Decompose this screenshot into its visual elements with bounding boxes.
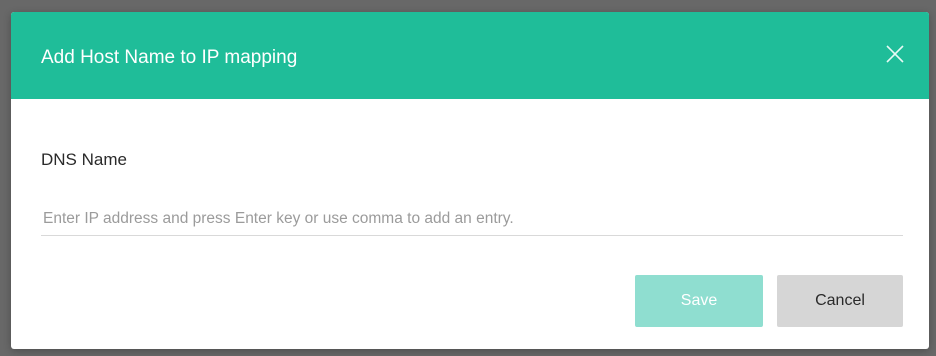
close-icon [886, 45, 904, 63]
save-button[interactable]: Save [635, 275, 763, 327]
close-button[interactable] [883, 42, 907, 66]
cancel-button[interactable]: Cancel [777, 275, 903, 327]
add-host-mapping-dialog: Add Host Name to IP mapping DNS Name Sav… [11, 12, 929, 349]
dns-name-label: DNS Name [41, 150, 127, 169]
ip-address-input[interactable] [41, 202, 903, 236]
dialog-header: Add Host Name to IP mapping [11, 12, 929, 99]
dialog-title: Add Host Name to IP mapping [41, 47, 298, 68]
